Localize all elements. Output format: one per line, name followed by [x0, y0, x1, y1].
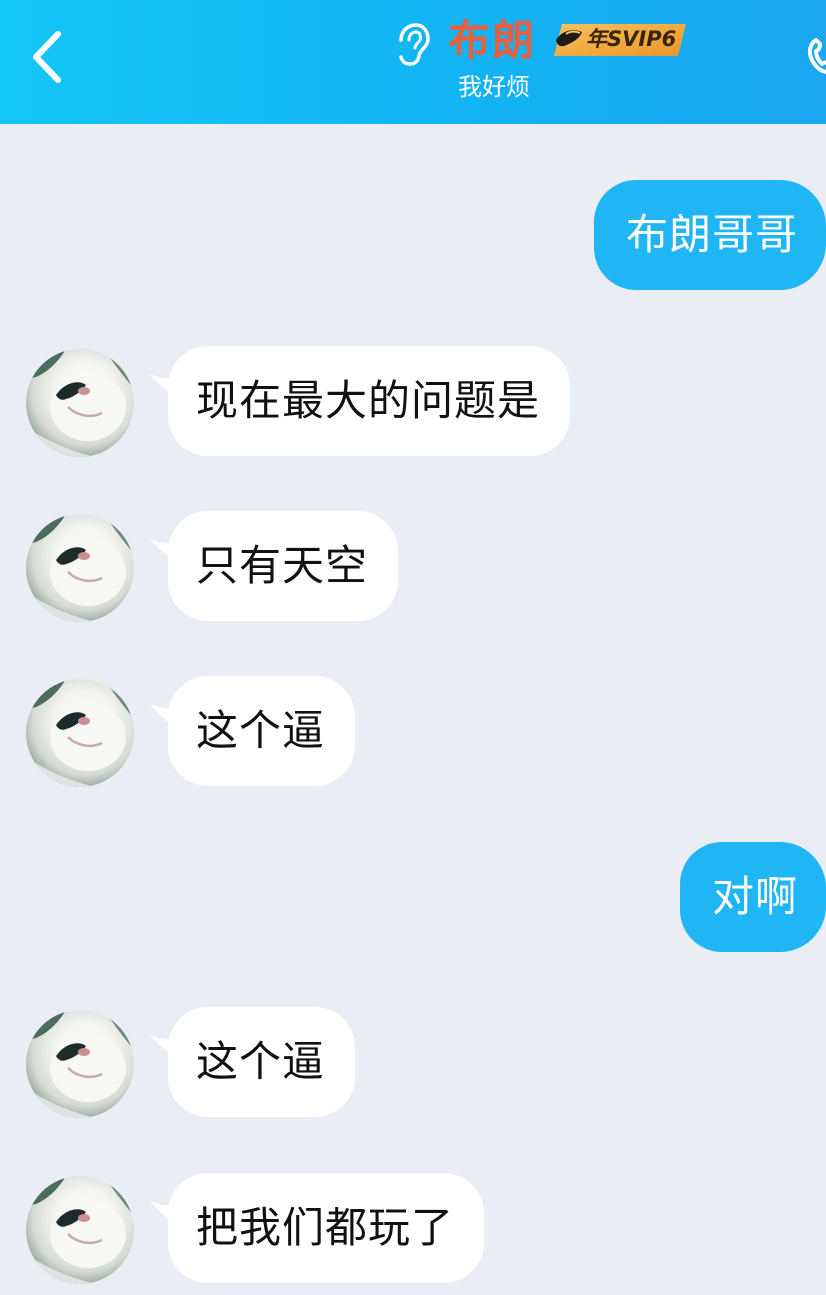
- message-bubble[interactable]: 这个逼: [168, 676, 356, 786]
- chat-header: 布朗 年SVIP6 我好烦: [0, 0, 826, 124]
- svip-badge[interactable]: 年SVIP6: [552, 20, 688, 60]
- svip-label: 年SVIP6: [586, 27, 677, 51]
- message-bubble[interactable]: 这个逼: [168, 1007, 356, 1117]
- message-bubble[interactable]: 现在最大的问题是: [168, 346, 571, 456]
- outgoing-message: 布朗哥哥: [0, 180, 826, 292]
- incoming-message: 这个逼: [0, 1007, 826, 1119]
- outgoing-message: 对啊: [0, 842, 826, 954]
- contact-status: 我好烦: [458, 73, 530, 101]
- avatar[interactable]: [26, 1176, 134, 1284]
- avatar[interactable]: [26, 1010, 134, 1118]
- avatar[interactable]: [26, 349, 134, 457]
- message-bubble[interactable]: 把我们都玩了: [168, 1173, 485, 1283]
- phone-icon: [807, 38, 826, 74]
- ear-icon: [393, 22, 431, 66]
- contact-name[interactable]: 布朗: [448, 12, 536, 70]
- chat-screen: 布朗 年SVIP6 我好烦 布朗哥哥 现在最大的问题是 只有天空这个逼 对啊 这…: [0, 0, 826, 1295]
- phone-call-button[interactable]: [800, 26, 826, 86]
- incoming-message: 只有天空: [0, 511, 826, 623]
- chevron-left-icon: [33, 31, 61, 83]
- avatar[interactable]: [26, 679, 134, 787]
- back-button[interactable]: [22, 22, 78, 92]
- message-bubble[interactable]: 对啊: [679, 842, 826, 952]
- incoming-message: 现在最大的问题是: [0, 346, 826, 458]
- incoming-message: 这个逼: [0, 676, 826, 788]
- message-bubble[interactable]: 布朗哥哥: [593, 180, 826, 290]
- avatar[interactable]: [26, 514, 134, 622]
- message-bubble[interactable]: 只有天空: [168, 511, 399, 621]
- incoming-message: 把我们都玩了: [0, 1173, 826, 1285]
